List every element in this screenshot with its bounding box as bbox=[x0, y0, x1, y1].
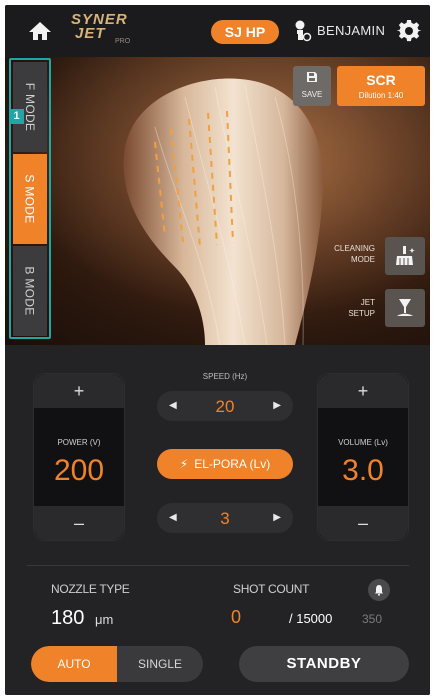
speed-label: SPEED (Hz) bbox=[202, 372, 248, 381]
volume-increase-button[interactable]: + bbox=[318, 374, 408, 408]
user-icon[interactable] bbox=[291, 19, 313, 43]
cleaning-brush-icon bbox=[396, 246, 415, 265]
power-value: 200 bbox=[53, 454, 105, 487]
volume-value: 3.0 bbox=[342, 454, 384, 487]
cleaning-mode-label: CLEANING MODE bbox=[334, 244, 375, 264]
mode-tab-b-label: B MODE bbox=[23, 266, 38, 316]
volume-decrease-button[interactable]: – bbox=[318, 506, 408, 540]
jet-setup-label: JET SETUP bbox=[348, 298, 375, 318]
gear-icon[interactable] bbox=[396, 19, 422, 43]
logo-line-2: JET bbox=[75, 25, 106, 42]
mode-selector: F MODE S MODE B MODE bbox=[9, 58, 51, 339]
nozzle-type-label: NOZZLE TYPE bbox=[51, 582, 130, 596]
speed-increase-button[interactable]: ▶ bbox=[273, 400, 281, 411]
username[interactable]: BENJAMIN bbox=[317, 23, 385, 38]
standby-button[interactable]: STANDBY bbox=[239, 646, 409, 682]
bell-icon[interactable] bbox=[368, 579, 390, 601]
shot-count-value: 0 bbox=[231, 607, 242, 627]
el-pora-increase-button[interactable]: ▶ bbox=[273, 512, 281, 523]
shot-count-extra: 350 bbox=[362, 612, 383, 626]
volume-panel: + VOLUME (Lv) 3.0 – bbox=[317, 373, 409, 541]
shot-count-label: SHOT COUNT bbox=[233, 582, 310, 596]
lightning-icon: ⚡ bbox=[179, 457, 189, 471]
app-window: SYNER JET PRO SJ HP BENJAMIN F MODE S MO… bbox=[5, 5, 430, 695]
home-icon[interactable] bbox=[27, 20, 53, 42]
save-button[interactable]: SAVE bbox=[293, 66, 331, 106]
synerjet-logo: SYNER JET PRO bbox=[71, 12, 151, 49]
shot-count-total: / 15000 bbox=[289, 611, 333, 626]
mode-tab-f-label: F MODE bbox=[23, 82, 37, 132]
mode-tab-s-label: S MODE bbox=[23, 174, 38, 224]
cleaning-mode-button[interactable] bbox=[385, 237, 425, 275]
jet-setup-button[interactable] bbox=[385, 289, 425, 327]
jet-nozzle-icon bbox=[397, 299, 413, 316]
auto-mode-button[interactable]: AUTO bbox=[31, 646, 117, 682]
save-icon bbox=[307, 72, 317, 82]
device-badge[interactable]: SJ HP bbox=[211, 20, 279, 44]
control-panel: + POWER (V) 200 – SPEED (Hz) ◀ 20 ▶ ⚡ EL-… bbox=[5, 345, 430, 695]
power-increase-button[interactable]: + bbox=[34, 374, 124, 408]
mode-tab-s[interactable]: S MODE bbox=[13, 154, 47, 244]
power-panel: + POWER (V) 200 – bbox=[33, 373, 125, 541]
el-pora-button[interactable]: ⚡ EL-PORA (Lv) bbox=[157, 449, 293, 479]
scr-button[interactable]: SCR Dilution 1:40 bbox=[337, 66, 425, 106]
logo-tm: PRO bbox=[115, 38, 131, 45]
divider bbox=[27, 565, 409, 566]
el-pora-label: EL-PORA (Lv) bbox=[194, 457, 271, 471]
save-label: SAVE bbox=[301, 90, 323, 99]
mode-tab-b[interactable]: B MODE bbox=[13, 246, 47, 336]
scr-label: SCR bbox=[366, 72, 396, 88]
el-pora-stepper: ◀ 3 ▶ bbox=[157, 503, 293, 533]
annotation-badge: 1 bbox=[9, 109, 24, 124]
mode-tab-f[interactable]: F MODE bbox=[13, 62, 47, 152]
power-decrease-button[interactable]: – bbox=[34, 506, 124, 540]
power-label: POWER (V) bbox=[57, 438, 101, 447]
volume-label: VOLUME (Lv) bbox=[338, 438, 388, 447]
single-mode-button[interactable]: SINGLE bbox=[117, 646, 203, 682]
nozzle-type-value[interactable]: 180 bbox=[51, 607, 84, 630]
top-bar: SYNER JET PRO SJ HP BENJAMIN bbox=[5, 5, 430, 57]
nozzle-type-unit: μm bbox=[95, 612, 114, 627]
speed-stepper: ◀ 20 ▶ bbox=[157, 391, 293, 421]
trigger-mode-toggle: AUTO SINGLE bbox=[31, 646, 203, 682]
hair-preview-area: F MODE S MODE B MODE SAVE SCR Dilution 1… bbox=[5, 57, 430, 345]
scr-dilution: Dilution 1:40 bbox=[358, 91, 404, 100]
